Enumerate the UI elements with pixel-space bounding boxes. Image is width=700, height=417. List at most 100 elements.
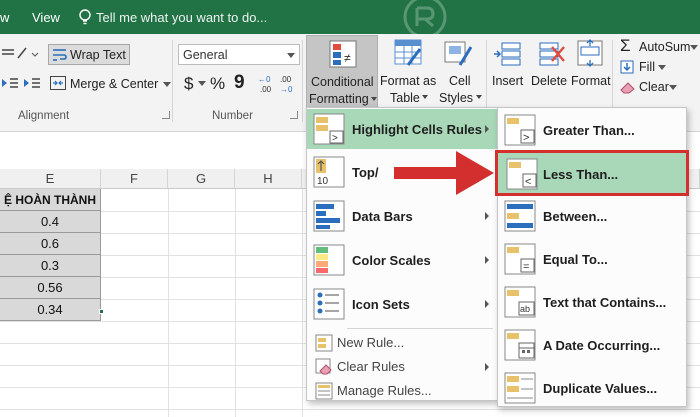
fill-label[interactable]: Fill — [639, 60, 655, 74]
merge-dropdown-icon[interactable] — [163, 82, 171, 88]
autosum-icon[interactable]: Σ — [620, 36, 631, 56]
column-header-e[interactable]: E — [0, 169, 101, 189]
format-as-table-icon — [394, 39, 422, 66]
menu-label: Less Than... — [543, 167, 619, 182]
between-icon — [504, 200, 536, 232]
table-cell[interactable]: 0.34 — [0, 299, 101, 321]
clear-label[interactable]: Clear — [639, 80, 669, 94]
table-cell[interactable]: 0.6 — [0, 233, 101, 255]
duplicate-values-icon — [504, 372, 536, 404]
menu-item-clear-rules[interactable]: Clear Rules — [307, 354, 497, 380]
chevron-right-icon — [485, 363, 489, 371]
column-header-h[interactable]: H — [235, 169, 302, 189]
alignment-launcher-icon[interactable] — [162, 111, 170, 119]
submenu-item-less-than[interactable]: < Less Than... — [495, 150, 689, 196]
tab-view[interactable]: View — [32, 10, 60, 25]
equal-to-icon: = — [504, 243, 536, 275]
menu-label: Greater Than... — [543, 123, 635, 138]
chevron-down-icon — [476, 95, 482, 99]
indent-icon[interactable] — [2, 76, 42, 92]
delete-cells-icon — [539, 42, 565, 66]
format-as-table-line2[interactable]: Table — [390, 91, 420, 105]
cell-styles-line2[interactable]: Styles — [439, 91, 473, 105]
eraser-icon[interactable] — [620, 80, 636, 94]
menu-item-color-scales[interactable]: Color Scales — [307, 240, 497, 280]
less-than-icon: < — [506, 158, 538, 190]
menu-label: Icon Sets — [352, 297, 410, 312]
orientation-icon[interactable] — [2, 46, 42, 62]
comma-button[interactable]: 9 — [234, 72, 245, 94]
gridline — [235, 189, 236, 417]
table-cell[interactable]: 0.4 — [0, 211, 101, 233]
decimal-icons[interactable]: ←0 .00 .00 →0 — [258, 74, 298, 94]
svg-text:≠: ≠ — [344, 51, 351, 65]
menu-label: Between... — [543, 209, 608, 224]
chevron-down-icon — [371, 97, 377, 101]
menu-label: Text that Contains... — [543, 295, 667, 310]
icon-sets-icon — [313, 288, 345, 320]
wrap-text-button[interactable]: Wrap Text — [48, 44, 130, 65]
svg-text:.00: .00 — [280, 75, 292, 84]
table-cell[interactable]: 0.3 — [0, 255, 101, 277]
submenu-item-duplicate-values[interactable]: Duplicate Values... — [498, 368, 686, 408]
currency-button[interactable]: $ — [184, 74, 193, 94]
chevron-down-icon — [422, 95, 428, 99]
chevron-down-icon — [287, 53, 295, 58]
menu-item-new-rule[interactable]: New Rule... — [307, 330, 497, 356]
menu-label: Highlight Cells Rules — [352, 122, 483, 137]
submenu-item-between[interactable]: Between... — [498, 196, 686, 236]
submenu-item-equal-to[interactable]: = Equal To... — [498, 239, 686, 279]
gridline — [168, 189, 169, 417]
menu-label: New Rule... — [337, 335, 405, 350]
group-label-alignment: Alignment — [18, 110, 70, 122]
clear-rules-icon — [315, 358, 332, 375]
menu-divider — [347, 328, 493, 329]
table-cell[interactable]: 0.56 — [0, 277, 101, 299]
tab-view-partial[interactable]: w — [0, 10, 9, 25]
format-button[interactable]: Format — [571, 74, 611, 88]
text-contains-icon: ab — [504, 286, 536, 318]
top-bottom-icon: 10 — [313, 156, 345, 188]
svg-text:.00: .00 — [260, 85, 272, 94]
insert-button[interactable]: Insert — [492, 74, 523, 88]
data-bars-icon — [313, 200, 345, 232]
merge-center-label[interactable]: Merge & Center — [70, 77, 158, 91]
fill-handle[interactable] — [99, 309, 104, 314]
currency-dropdown-icon[interactable] — [198, 81, 206, 87]
submenu-item-greater-than[interactable]: > Greater Than... — [498, 110, 686, 150]
cell-styles-icon — [444, 41, 472, 66]
conditional-formatting-button[interactable]: ≠ Conditional Formatting — [306, 35, 378, 108]
column-header-f[interactable]: F — [101, 169, 168, 189]
menu-item-data-bars[interactable]: Data Bars — [307, 196, 497, 236]
chevron-right-icon — [485, 300, 489, 308]
chevron-down-icon[interactable] — [658, 65, 666, 71]
menu-label: Clear Rules — [337, 359, 405, 374]
percent-button[interactable]: % — [210, 74, 225, 94]
menu-label: Duplicate Values... — [543, 381, 658, 396]
menu-item-highlight-cells-rules[interactable]: > Highlight Cells Rules — [307, 109, 497, 149]
highlight-cells-submenu: > Greater Than... < Less Than... Between… — [495, 107, 689, 408]
chevron-down-icon[interactable] — [690, 45, 698, 51]
number-launcher-icon[interactable] — [290, 111, 298, 119]
header-cell[interactable]: Ệ HOÀN THÀNH — [0, 189, 101, 211]
column-header-g[interactable]: G — [168, 169, 235, 189]
chevron-right-icon — [485, 256, 489, 264]
separator — [172, 40, 173, 122]
tell-me-search[interactable]: Tell me what you want to do... — [96, 10, 267, 25]
cell-styles-line1[interactable]: Cell — [449, 74, 471, 88]
format-as-table-line1[interactable]: Format as — [380, 74, 436, 88]
fill-icon[interactable] — [620, 60, 634, 74]
menu-item-icon-sets[interactable]: Icon Sets — [307, 284, 497, 324]
merge-center-icon[interactable] — [50, 76, 66, 90]
delete-button[interactable]: Delete — [531, 74, 567, 88]
greater-than-icon: > — [504, 114, 536, 146]
new-rule-icon — [315, 334, 333, 352]
chevron-down-icon[interactable] — [669, 85, 677, 91]
submenu-item-date-occurring[interactable]: A Date Occurring... — [498, 325, 686, 365]
gridline — [0, 409, 700, 410]
autosum-label[interactable]: AutoSum — [639, 40, 690, 54]
number-format-select[interactable]: General — [178, 44, 300, 65]
menu-item-manage-rules[interactable]: Manage Rules... — [307, 378, 497, 404]
submenu-item-text-contains[interactable]: ab Text that Contains... — [498, 282, 686, 322]
insert-cells-icon — [494, 42, 521, 66]
